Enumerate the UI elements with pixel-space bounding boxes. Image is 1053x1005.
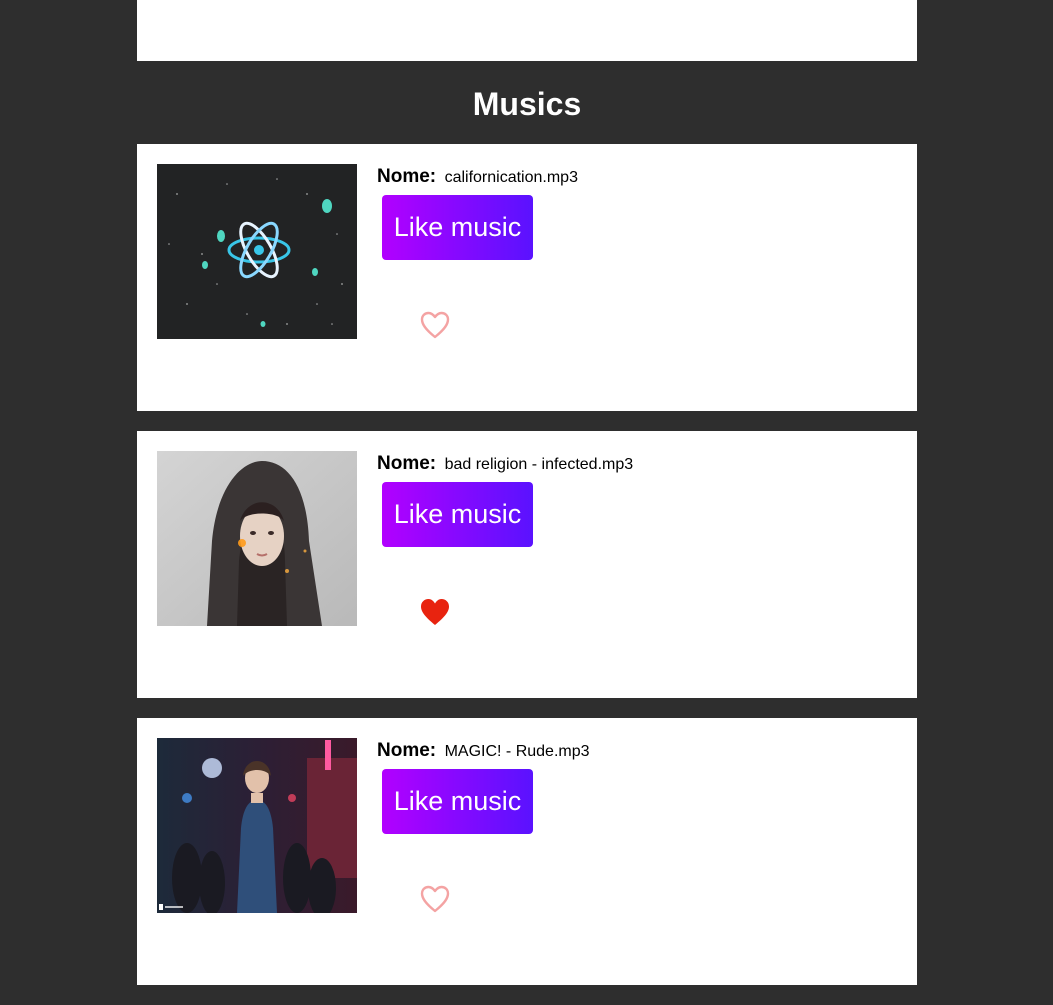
top-card (137, 0, 917, 61)
like-music-button[interactable]: Like music (382, 769, 533, 834)
music-card: Nome: californication.mp3 Like music (137, 144, 917, 411)
section-title: Musics (472, 86, 582, 122)
heart-outline-icon[interactable] (419, 310, 451, 340)
page: Musics Nome: californication.mp3 Like mu… (0, 0, 1053, 1005)
heart-filled-icon[interactable] (419, 597, 451, 627)
music-name-line: Nome: MAGIC! - Rude.mp3 (377, 740, 590, 762)
music-thumbnail (157, 164, 357, 339)
like-music-button[interactable]: Like music (382, 195, 533, 260)
name-label: Nome: (377, 740, 437, 761)
heart-outline-icon[interactable] (419, 884, 451, 914)
music-thumbnail (157, 451, 357, 626)
music-thumbnail (157, 738, 357, 913)
music-card: Nome: MAGIC! - Rude.mp3 Like music (137, 718, 917, 985)
music-name: bad religion - infected.mp3 (444, 456, 634, 473)
music-card: Nome: bad religion - infected.mp3 Like m… (137, 431, 917, 698)
music-name-line: Nome: bad religion - infected.mp3 (377, 453, 633, 475)
name-label: Nome: (377, 166, 437, 187)
music-name-line: Nome: californication.mp3 (377, 166, 578, 188)
name-label: Nome: (377, 453, 437, 474)
like-music-button[interactable]: Like music (382, 482, 533, 547)
music-name: californication.mp3 (444, 169, 578, 186)
music-name: MAGIC! - Rude.mp3 (444, 743, 590, 760)
